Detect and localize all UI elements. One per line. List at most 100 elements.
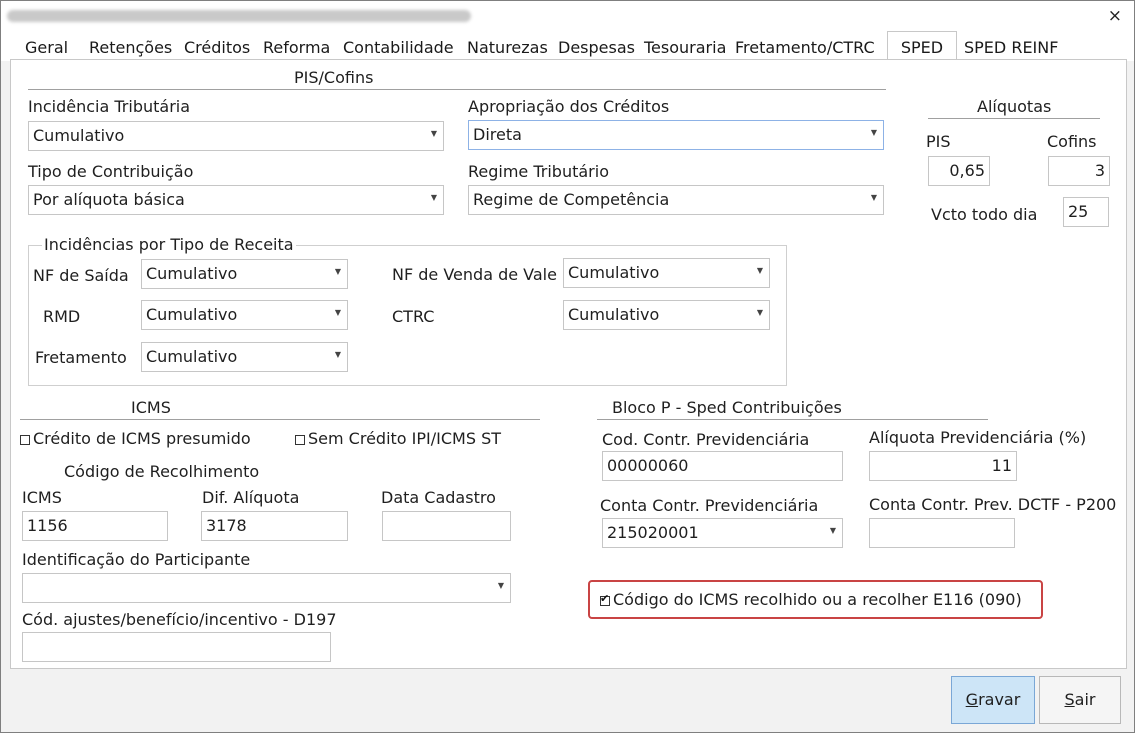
aliquotas-divider (928, 118, 1100, 120)
dif-aliquota-input[interactable]: 3178 (201, 511, 348, 541)
pis-cofins-section-title: PIS/Cofins (294, 68, 374, 87)
rmd-value: Cumulativo (146, 305, 238, 324)
window-title-redacted (7, 10, 471, 22)
cod-contr-previdenciaria-input[interactable]: 00000060 (602, 451, 843, 481)
sair-accelerator: S (1064, 690, 1075, 709)
pis-label: PIS (926, 132, 951, 151)
tab-reforma[interactable]: Reforma (263, 38, 330, 57)
tab-despesas[interactable]: Despesas (558, 38, 635, 57)
tipo-contribuicao-select[interactable]: Por alíquota básica ▼ (28, 185, 444, 215)
bloco-p-divider (597, 419, 988, 421)
apropriacao-creditos-label: Apropriação dos Créditos (468, 97, 670, 116)
fretamento-select[interactable]: Cumulativo ▼ (141, 342, 348, 372)
data-cadastro-input[interactable] (382, 511, 511, 541)
chevron-down-icon: ▼ (334, 267, 341, 276)
nf-venda-vale-label: NF de Venda de Vale (392, 265, 557, 284)
chevron-down-icon: ▼ (430, 129, 437, 138)
nf-saida-value: Cumulativo (146, 264, 238, 283)
vcto-todo-dia-input[interactable]: 25 (1063, 197, 1109, 227)
conta-contr-previdenciaria-label: Conta Contr. Previdenciária (600, 496, 819, 515)
nf-saida-select[interactable]: Cumulativo ▼ (141, 259, 348, 289)
fretamento-value: Cumulativo (146, 347, 238, 366)
icms-code-input[interactable]: 1156 (22, 511, 168, 541)
checkbox-checked-icon[interactable] (600, 592, 610, 606)
identificacao-participante-label: Identificação do Participante (22, 550, 251, 569)
tipo-contribuicao-label: Tipo de Contribuição (28, 162, 194, 181)
sair-label: air (1074, 690, 1096, 709)
incidencia-tributaria-value: Cumulativo (33, 126, 125, 145)
ctrc-label: CTRC (392, 307, 435, 326)
cod-ajustes-input[interactable] (22, 632, 331, 662)
cofins-label: Cofins (1047, 132, 1097, 151)
gravar-accelerator: G (965, 690, 979, 709)
tab-sped[interactable]: SPED (887, 31, 957, 61)
regime-tributario-value: Regime de Competência (473, 190, 670, 209)
tab-contabilidade[interactable]: Contabilidade (343, 38, 454, 57)
chevron-down-icon: ▼ (334, 308, 341, 317)
icms-code-label: ICMS (22, 488, 62, 507)
chevron-down-icon: ▼ (430, 193, 437, 202)
tipo-contribuicao-value: Por alíquota básica (33, 190, 185, 209)
chevron-down-icon: ▼ (334, 350, 341, 359)
pis-rate-input[interactable]: 0,65 (928, 156, 990, 186)
fretamento-label: Fretamento (35, 348, 127, 367)
chevron-down-icon: ▼ (870, 193, 877, 202)
rmd-label: RMD (43, 307, 81, 326)
gravar-label: ravar (978, 690, 1021, 709)
ctrc-select[interactable]: Cumulativo ▼ (563, 300, 770, 330)
dif-aliquota-label: Dif. Alíquota (202, 488, 300, 507)
rmd-select[interactable]: Cumulativo ▼ (141, 300, 348, 330)
e116-checkbox[interactable]: Código do ICMS recolhido ou a recolher E… (600, 590, 1022, 609)
aliquotas-section-title: Alíquotas (977, 97, 1052, 116)
conta-contr-previdenciaria-select[interactable]: 215020001 ▼ (602, 518, 843, 548)
checkbox-box[interactable] (20, 435, 30, 445)
aliquota-previdenciaria-input[interactable]: 11 (869, 451, 1017, 481)
pis-cofins-divider (28, 89, 886, 91)
incidencia-tributaria-select[interactable]: Cumulativo ▼ (28, 121, 444, 151)
identificacao-participante-select[interactable]: ▼ (22, 573, 511, 603)
codigo-recolhimento-label: Código de Recolhimento (64, 462, 260, 481)
tab-tesouraria[interactable]: Tesouraria (644, 38, 726, 57)
tab-fretamento-ctrc[interactable]: Fretamento/CTRC (735, 38, 875, 57)
chevron-down-icon: ▼ (829, 526, 836, 535)
cod-ajustes-label: Cód. ajustes/benefício/incentivo - D197 (22, 610, 337, 629)
aliquota-previdenciaria-label: Alíquota Previdenciária (%) (869, 428, 1087, 447)
vcto-todo-dia-label: Vcto todo dia (931, 205, 1038, 224)
data-cadastro-label: Data Cadastro (381, 488, 496, 507)
tab-naturezas[interactable]: Naturezas (467, 38, 548, 57)
chevron-down-icon: ▼ (870, 128, 877, 137)
tab-strip: Geral Retenções Créditos Reforma Contabi… (1, 31, 1134, 61)
apropriacao-creditos-select[interactable]: Direta ▼ (468, 120, 884, 150)
e116-label: Código do ICMS recolhido ou a recolher E… (613, 590, 1022, 609)
ctrc-value: Cumulativo (568, 305, 660, 324)
tab-sped-reinf[interactable]: SPED REINF (964, 38, 1058, 57)
regime-tributario-select[interactable]: Regime de Competência ▼ (468, 185, 884, 215)
gravar-button[interactable]: Gravar (951, 676, 1035, 724)
cofins-rate-input[interactable]: 3 (1048, 156, 1110, 186)
tab-geral[interactable]: Geral (25, 38, 68, 57)
title-bar: × (1, 1, 1134, 31)
tab-retencoes[interactable]: Retenções (89, 38, 172, 57)
credito-presumido-checkbox[interactable]: Crédito de ICMS presumido (20, 429, 251, 448)
chevron-down-icon: ▼ (756, 308, 763, 317)
tab-creditos[interactable]: Créditos (184, 38, 250, 57)
chevron-down-icon: ▼ (497, 581, 504, 590)
incidencias-group-title: Incidências por Tipo de Receita (42, 235, 296, 254)
incidencia-tributaria-label: Incidência Tributária (28, 97, 191, 116)
icms-section-title: ICMS (131, 398, 171, 417)
bloco-p-section-title: Bloco P - Sped Contribuições (612, 398, 842, 417)
sem-credito-label: Sem Crédito IPI/ICMS ST (308, 429, 502, 448)
close-icon[interactable]: × (1108, 6, 1122, 26)
cod-contr-previdenciaria-label: Cod. Contr. Previdenciária (602, 430, 810, 449)
conta-contr-previdenciaria-value: 215020001 (607, 523, 699, 542)
checkbox-box[interactable] (295, 435, 305, 445)
nf-venda-vale-select[interactable]: Cumulativo ▼ (563, 258, 770, 288)
sem-credito-checkbox[interactable]: Sem Crédito IPI/ICMS ST (295, 429, 501, 448)
regime-tributario-label: Regime Tributário (468, 162, 609, 181)
sair-button[interactable]: Sair (1039, 676, 1121, 724)
nf-saida-label: NF de Saída (33, 266, 129, 285)
conta-dctf-label: Conta Contr. Prev. DCTF - P200 (869, 495, 1117, 514)
conta-dctf-input[interactable] (869, 518, 1015, 548)
nf-venda-vale-value: Cumulativo (568, 263, 660, 282)
credito-presumido-label: Crédito de ICMS presumido (33, 429, 251, 448)
